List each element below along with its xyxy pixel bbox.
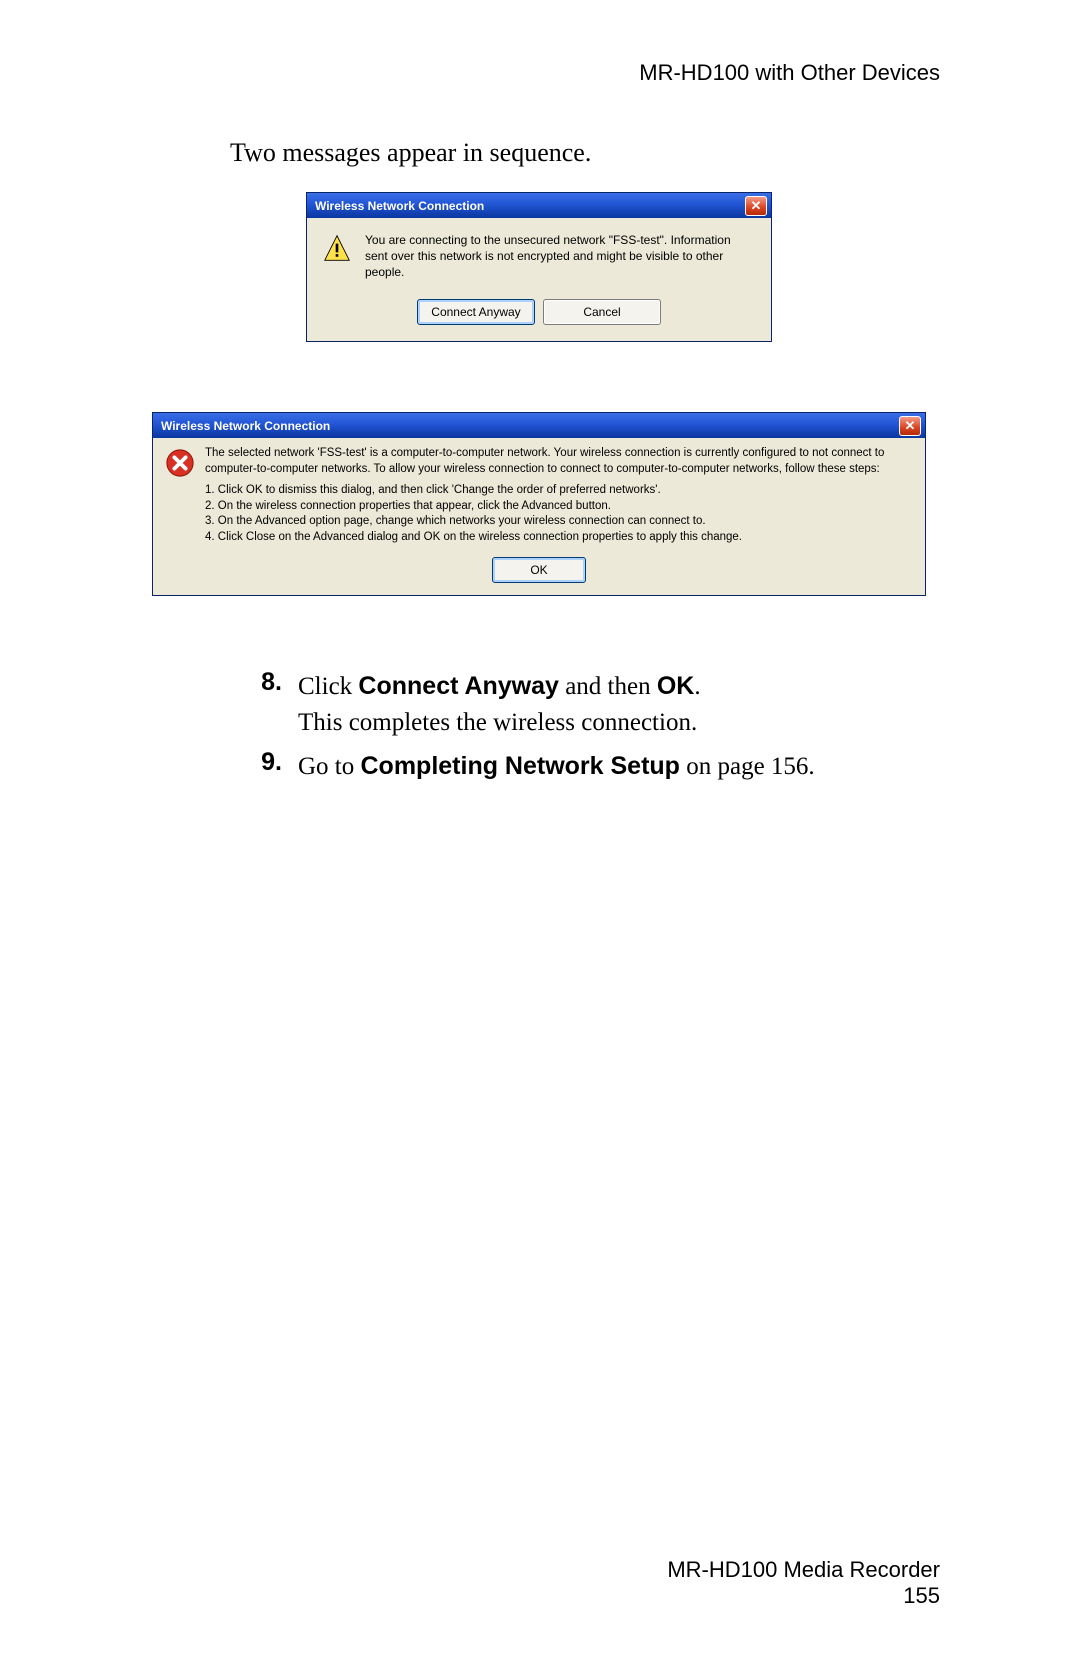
- step-number: 9.: [230, 748, 298, 785]
- step-line2: This completes the wireless connection.: [298, 709, 697, 736]
- step-8: 8. Click Connect Anyway and then OK. Thi…: [230, 668, 940, 742]
- dialog2-paragraph: The selected network 'FSS-test' is a com…: [205, 446, 913, 477]
- text: .: [694, 673, 700, 700]
- dialog2-body: The selected network 'FSS-test' is a com…: [153, 438, 925, 551]
- close-icon: ✕: [751, 199, 762, 212]
- connect-anyway-button[interactable]: Connect Anyway: [417, 299, 535, 325]
- text: on page 156.: [680, 753, 815, 780]
- footer-title: MR-HD100 Media Recorder: [667, 1557, 940, 1583]
- dialog2-title: Wireless Network Connection: [161, 419, 330, 433]
- text: Go to: [298, 753, 361, 780]
- dialog2-button-row: OK: [153, 551, 925, 595]
- cancel-button[interactable]: Cancel: [543, 299, 661, 325]
- dialog2-step: 3. On the Advanced option page, change w…: [205, 514, 913, 530]
- text: Click: [298, 673, 358, 700]
- intro-text: Two messages appear in sequence.: [230, 138, 591, 168]
- step-number: 8.: [230, 668, 298, 742]
- text: and then: [559, 673, 657, 700]
- dialog2-step: 1. Click OK to dismiss this dialog, and …: [205, 483, 913, 499]
- bold-text: Completing Network Setup: [361, 752, 680, 780]
- warning-icon: [323, 234, 351, 262]
- dialog2-text: The selected network 'FSS-test' is a com…: [205, 446, 913, 547]
- dialog1-message: You are connecting to the unsecured netw…: [365, 232, 755, 281]
- close-icon: ✕: [905, 419, 916, 432]
- dialog2-close-button[interactable]: ✕: [899, 416, 921, 436]
- dialog1-body: You are connecting to the unsecured netw…: [307, 218, 771, 289]
- page-number: 155: [667, 1583, 940, 1609]
- ok-button[interactable]: OK: [492, 557, 586, 583]
- dialog1-title: Wireless Network Connection: [315, 199, 484, 213]
- dialog1-close-button[interactable]: ✕: [745, 196, 767, 216]
- dialog1-titlebar: Wireless Network Connection ✕: [307, 193, 771, 218]
- step-body: Go to Completing Network Setup on page 1…: [298, 748, 815, 785]
- page: MR-HD100 with Other Devices Two messages…: [0, 0, 1080, 1669]
- step-9: 9. Go to Completing Network Setup on pag…: [230, 748, 940, 785]
- bold-text: OK: [657, 672, 695, 700]
- dialog2-step: 2. On the wireless connection properties…: [205, 499, 913, 515]
- bold-text: Connect Anyway: [358, 672, 559, 700]
- page-header: MR-HD100 with Other Devices: [639, 60, 940, 86]
- error-icon: [165, 448, 195, 478]
- instruction-list: 8. Click Connect Anyway and then OK. Thi…: [230, 668, 940, 791]
- dialog-unsecured-network: Wireless Network Connection ✕ You are co…: [306, 192, 772, 342]
- dialog2-steps: 1. Click OK to dismiss this dialog, and …: [205, 483, 913, 545]
- dialog2-step: 4. Click Close on the Advanced dialog an…: [205, 530, 913, 546]
- dialog-adhoc-network: Wireless Network Connection ✕ The select…: [152, 412, 926, 596]
- dialog1-button-row: Connect Anyway Cancel: [307, 289, 771, 341]
- step-body: Click Connect Anyway and then OK. This c…: [298, 668, 701, 742]
- page-footer: MR-HD100 Media Recorder 155: [667, 1557, 940, 1609]
- dialog2-titlebar: Wireless Network Connection ✕: [153, 413, 925, 438]
